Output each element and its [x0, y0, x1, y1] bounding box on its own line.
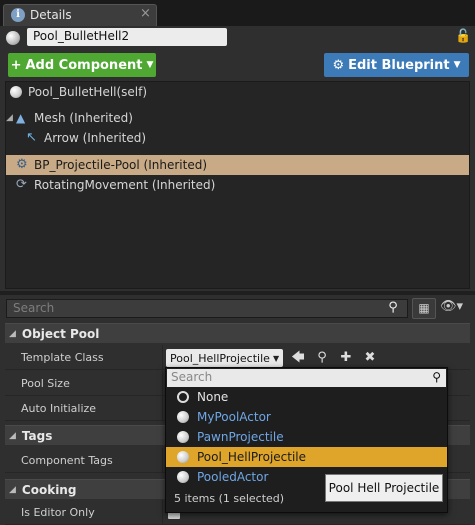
search-icon: ⚲ — [388, 300, 398, 315]
property-label: Template Class — [21, 351, 104, 364]
actor-sphere-icon — [6, 31, 20, 45]
chevron-down-icon: ▼ — [146, 60, 154, 70]
column-splitter[interactable] — [162, 396, 163, 421]
option-label: MyPoolActor — [197, 410, 271, 424]
category-title: Tags — [21, 428, 53, 443]
column-splitter[interactable] — [162, 448, 163, 473]
visibility-eye-icon[interactable]: 👁▾ — [440, 299, 470, 318]
rotating-movement-icon: ⟳ — [16, 177, 27, 192]
sphere-icon — [177, 471, 189, 483]
sphere-icon — [10, 86, 22, 98]
tree-item-rotating-movement[interactable]: ⟳ RotatingMovement (Inherited) — [6, 175, 469, 195]
option-label: Pool_HellProjectile — [197, 450, 307, 464]
tree-item-projectile-pool[interactable]: ⚙ BP_Projectile-Pool (Inherited) — [6, 155, 469, 175]
info-icon: i — [11, 8, 25, 22]
search-icon: ⚲ — [432, 370, 441, 384]
column-splitter[interactable] — [162, 371, 163, 396]
add-component-label: Add Component — [25, 57, 143, 73]
browse-search-icon[interactable]: ⚲ — [314, 349, 330, 367]
none-ring-icon — [177, 391, 189, 403]
category-title: Cooking — [21, 482, 77, 497]
panel-splitter[interactable] — [0, 291, 475, 295]
class-tooltip: Pool Hell Projectile — [325, 474, 443, 502]
add-component-button[interactable]: + Add Component ▼ — [8, 53, 156, 77]
tree-item-label: RotatingMovement (Inherited) — [34, 178, 216, 192]
category-title: Object Pool — [21, 326, 100, 341]
tree-item-arrow[interactable]: ↖ Arrow (Inherited) — [6, 128, 469, 148]
property-matrix-button[interactable]: ▦ — [412, 298, 436, 319]
column-splitter[interactable] — [162, 500, 163, 525]
actor-name-field[interactable]: Pool_BulletHell2 — [27, 28, 227, 46]
details-search-input[interactable]: Search — [6, 299, 408, 318]
class-option-pool-hellprojectile[interactable]: Pool_HellProjectile — [166, 447, 447, 467]
tree-item-label: Mesh (Inherited) — [34, 111, 133, 125]
tree-item-self[interactable]: Pool_BulletHell(self) — [6, 82, 469, 102]
edit-blueprint-label: Edit Blueprint — [348, 57, 450, 73]
option-label: None — [197, 390, 229, 404]
sphere-icon — [177, 411, 189, 423]
add-plus-icon[interactable]: ✚ — [338, 349, 354, 367]
arrow-icon: ↖ — [26, 130, 37, 145]
sphere-icon — [177, 431, 189, 443]
gears-icon: ⚙ — [332, 57, 345, 73]
tree-item-label: Arrow (Inherited) — [44, 131, 147, 145]
property-label: Component Tags — [21, 454, 113, 467]
option-label: PooledActor — [197, 470, 269, 484]
property-label: Pool Size — [21, 377, 70, 390]
chevron-down-icon: ▼ — [453, 60, 461, 70]
mesh-icon: ▲ — [16, 111, 26, 125]
option-label: PawnProjectile — [197, 430, 284, 444]
tab-details[interactable]: i Details × — [3, 4, 157, 26]
use-selected-arrow-icon[interactable]: 🡄 — [290, 349, 306, 367]
class-picker-search-input[interactable]: Search — [167, 369, 446, 387]
clear-x-icon[interactable]: ✖ — [362, 349, 378, 367]
expand-arrow-icon[interactable]: ◢ — [6, 113, 16, 123]
collapse-arrow-icon: ◢ — [9, 430, 16, 441]
property-label: Auto Initialize — [21, 402, 97, 415]
tree-item-label: BP_Projectile-Pool (Inherited) — [34, 158, 208, 172]
template-class-combo[interactable]: Pool_HellProjectile ▼ — [166, 349, 283, 367]
close-icon[interactable]: × — [140, 6, 151, 21]
collapse-arrow-icon: ◢ — [9, 328, 16, 339]
chevron-down-icon: ▼ — [272, 353, 280, 363]
tree-item-label: Pool_BulletHell(self) — [28, 85, 148, 99]
plus-icon: + — [10, 57, 22, 73]
class-option-mypoolactor[interactable]: MyPoolActor — [166, 407, 447, 427]
lock-icon[interactable]: 🔓 — [455, 29, 471, 44]
combo-value: Pool_HellProjectile — [170, 351, 270, 365]
class-option-pawnprojectile[interactable]: PawnProjectile — [166, 427, 447, 447]
collapse-arrow-icon: ◢ — [9, 484, 16, 495]
sphere-icon — [177, 451, 189, 463]
component-tree: Pool_BulletHell(self) ◢ ▲ Mesh (Inherite… — [5, 81, 470, 289]
gear-icon: ⚙ — [16, 157, 28, 172]
tab-strip: i Details × — [0, 0, 475, 26]
column-splitter[interactable] — [162, 345, 163, 370]
tree-item-mesh[interactable]: ◢ ▲ Mesh (Inherited) — [6, 108, 469, 128]
class-option-none[interactable]: None — [166, 387, 447, 407]
category-object-pool[interactable]: ◢ Object Pool — [5, 323, 470, 343]
item-count-footer: 5 items (1 selected) — [174, 492, 285, 505]
property-label: Is Editor Only — [21, 506, 95, 519]
edit-blueprint-button[interactable]: ⚙ Edit Blueprint ▼ — [324, 53, 469, 77]
tab-label: Details — [30, 8, 72, 22]
